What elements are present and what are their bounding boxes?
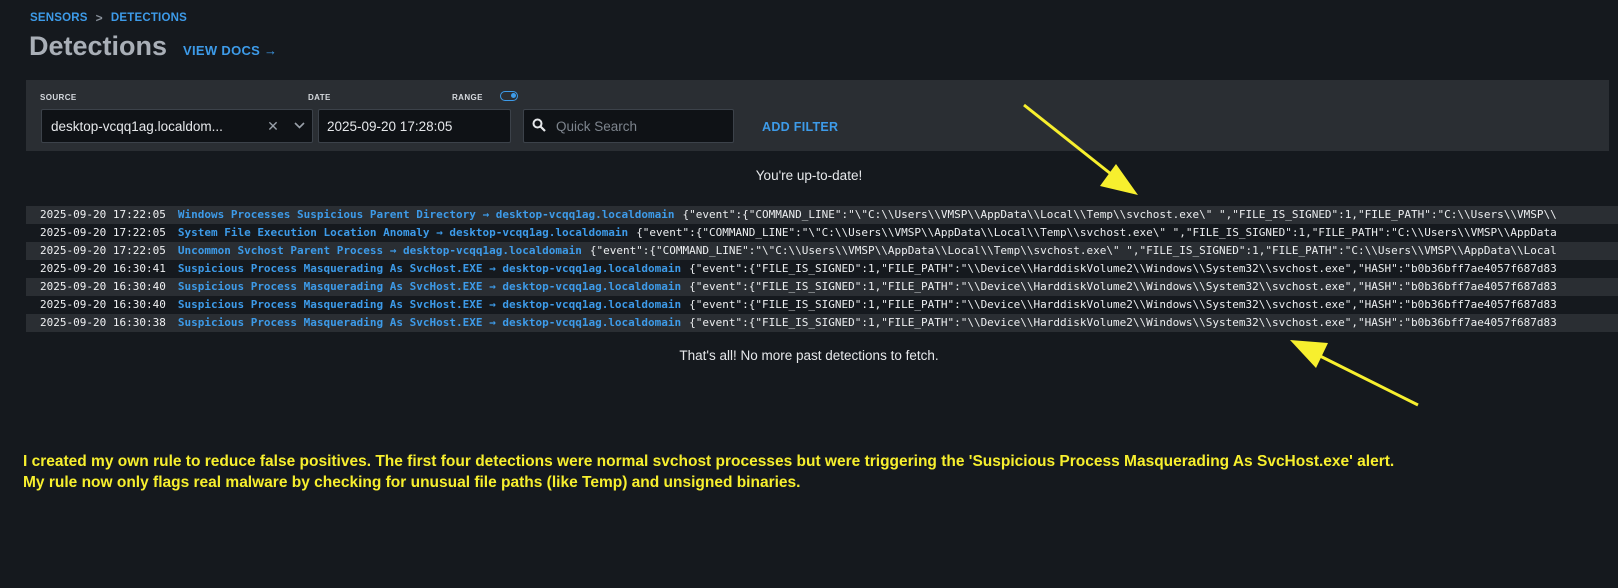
annotation-line-1: I created my own rule to reduce false po… [23, 453, 1395, 470]
annotation-note: I created my own rule to reduce false po… [23, 451, 1583, 493]
arrow-icon [1023, 103, 1138, 195]
arrow-icon [1290, 340, 1419, 407]
annotation-line-2: My rule now only flags real malware by c… [23, 474, 801, 491]
annotation-arrows [1023, 103, 1419, 407]
